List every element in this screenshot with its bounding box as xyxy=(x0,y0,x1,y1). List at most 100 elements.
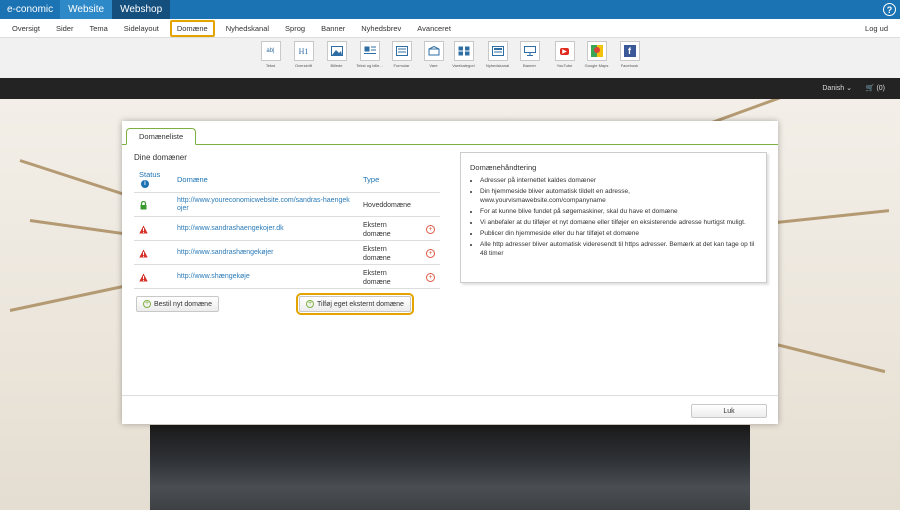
help-item: Vi anbefaler at du tilføjer et nyt domæn… xyxy=(480,218,757,227)
cart-icon: 🛒 xyxy=(865,85,875,92)
column-status[interactable]: Status xyxy=(139,170,160,179)
language-value: Danish xyxy=(822,85,845,92)
tool-label: Tekst og bille... xyxy=(356,63,383,68)
dialog-footer: Luk xyxy=(122,395,778,424)
tool-image[interactable]: Billede xyxy=(323,41,350,68)
info-icon[interactable]: i xyxy=(141,180,149,188)
nav-item-oversigt[interactable]: Oversigt xyxy=(4,20,48,37)
chevron-down-icon: ⌄ xyxy=(846,85,852,92)
table-row: http://www.youreconomicwebsite.com/sandr… xyxy=(134,193,440,217)
plus-icon: + xyxy=(306,300,314,308)
remove-domain-icon[interactable]: + xyxy=(426,249,435,258)
tab-website[interactable]: Website xyxy=(60,0,113,19)
help-item: Adresser på internettet kaldes domæner xyxy=(480,176,757,185)
domain-type: Hoveddomæne xyxy=(363,202,411,209)
form-icon xyxy=(391,41,412,61)
nav-item-sidelayout[interactable]: Sidelayout xyxy=(116,20,167,37)
nav-item-domaene[interactable]: Domæne xyxy=(169,19,215,37)
tool-text-image[interactable]: Tekst og bille... xyxy=(356,41,383,68)
help-item: Alle http adresser bliver automatisk vid… xyxy=(480,240,757,258)
image-icon xyxy=(326,41,347,61)
youtube-icon: ▶ xyxy=(554,41,575,61)
domain-link[interactable]: http://www.shængekøje xyxy=(177,273,357,281)
tool-label: Billede xyxy=(330,63,343,68)
domain-type: Ekstern domæne xyxy=(363,270,391,286)
tab-webshop[interactable]: Webshop xyxy=(112,0,171,19)
cart-count: (0) xyxy=(876,85,885,92)
domain-link[interactable]: http://www.sandrashaengekojer.dk xyxy=(177,225,357,233)
tab-domain-list[interactable]: Domæneliste xyxy=(126,128,197,145)
tool-youtube[interactable]: ▶ YouTube xyxy=(551,41,578,68)
tool-heading[interactable]: H1 Overskrift xyxy=(290,41,317,68)
tool-label: Overskrift xyxy=(294,63,313,68)
domain-link[interactable]: http://www.sandrashængekøjer xyxy=(177,249,357,257)
help-item: Publicer din hjemmeside eller du har til… xyxy=(480,229,757,238)
remove-domain-icon[interactable]: + xyxy=(426,225,435,234)
table-row: http://www.sandrashaengekojer.dk Ekstern… xyxy=(134,217,440,241)
help-item: For at kunne blive fundet på søgemaskine… xyxy=(480,207,757,216)
nav-item-avanceret[interactable]: Avanceret xyxy=(409,20,459,37)
domain-type: Ekstern domæne xyxy=(363,246,391,262)
tool-facebook[interactable]: f Facebook xyxy=(616,41,643,68)
tool-label: Varekategori xyxy=(452,63,475,68)
brand-logo[interactable]: e-conomic xyxy=(0,0,60,19)
product-icon xyxy=(423,41,444,61)
column-type[interactable]: Type xyxy=(363,175,379,184)
table-row: http://www.shængekøje Ekstern domæne + xyxy=(134,265,440,289)
tool-banner[interactable]: Banner xyxy=(516,41,543,68)
tool-text[interactable]: ab| Tekst xyxy=(257,41,284,68)
nav-item-sprog[interactable]: Sprog xyxy=(277,20,313,37)
add-external-domain-button[interactable]: + Tilføj eget eksternt domæne xyxy=(296,293,414,315)
youtube-icon-glyph: ▶ xyxy=(560,47,569,55)
heading-icon: H1 xyxy=(293,41,314,61)
tool-label: Google Maps xyxy=(584,63,609,68)
tool-label: Banner xyxy=(523,63,536,68)
order-domain-button[interactable]: + Bestil nyt domæne xyxy=(136,296,219,312)
facebook-icon-glyph: f xyxy=(623,45,636,57)
warning-icon xyxy=(139,273,148,282)
tool-label: Vare xyxy=(429,63,438,68)
dialog-tabs: Domæneliste xyxy=(122,121,778,145)
text-icon: ab| xyxy=(260,41,281,61)
help-title: Domænehåndtering xyxy=(470,163,537,172)
remove-domain-icon[interactable]: + xyxy=(426,273,435,282)
plus-icon: + xyxy=(143,300,151,308)
tool-form[interactable]: Formular xyxy=(388,41,415,68)
text-image-icon xyxy=(359,41,380,61)
close-button[interactable]: Luk xyxy=(691,404,767,418)
section-title: Dine domæner xyxy=(134,153,187,162)
banner-icon xyxy=(519,41,540,61)
tool-label: YouTube xyxy=(556,63,573,68)
language-select[interactable]: Danish ⌄ xyxy=(822,84,852,92)
tool-label: Formular xyxy=(393,63,410,68)
help-item: Din hjemmeside bliver automatisk tildelt… xyxy=(480,187,757,205)
tool-product[interactable]: Vare xyxy=(420,41,447,68)
domain-type: Ekstern domæne xyxy=(363,222,391,238)
nav-item-nyhedsbrev[interactable]: Nyhedsbrev xyxy=(353,20,409,37)
cart-button[interactable]: 🛒 (0) xyxy=(866,84,885,92)
tool-news[interactable]: Nyhedskanal xyxy=(484,41,511,68)
logout-link[interactable]: Log ud xyxy=(865,24,888,33)
nav-item-tema[interactable]: Tema xyxy=(81,20,115,37)
nav-item-banner[interactable]: Banner xyxy=(313,20,353,37)
text-icon-glyph: ab| xyxy=(266,48,275,54)
tool-label: Nyhedskanal xyxy=(485,63,510,68)
content-toolbar: ab| Tekst H1 Overskrift Billede Tekst og… xyxy=(0,38,900,78)
tool-category[interactable]: Varekategori xyxy=(450,41,477,68)
domain-link[interactable]: http://www.youreconomicwebsite.com/sandr… xyxy=(177,197,357,213)
tool-label: Tekst xyxy=(265,63,276,68)
nav-item-sider[interactable]: Sider xyxy=(48,20,82,37)
top-bar: e-conomic Website Webshop ? xyxy=(0,0,900,19)
help-icon[interactable]: ? xyxy=(883,3,896,16)
tool-label: Facebook xyxy=(620,63,639,68)
site-header: Danish ⌄ 🛒 (0) xyxy=(0,78,900,99)
lock-icon xyxy=(139,200,148,210)
column-domain[interactable]: Domæne xyxy=(177,175,208,184)
domain-help-box: Domænehåndtering Adresser på internettet… xyxy=(460,152,767,283)
category-icon xyxy=(453,41,474,61)
news-icon xyxy=(487,41,508,61)
nav-item-nyhedskanal[interactable]: Nyhedskanal xyxy=(218,20,277,37)
warning-icon xyxy=(139,249,148,258)
tool-maps[interactable]: Google Maps xyxy=(583,41,610,68)
domain-dialog: Domæneliste Dine domæner Status i Domæne… xyxy=(122,121,778,424)
